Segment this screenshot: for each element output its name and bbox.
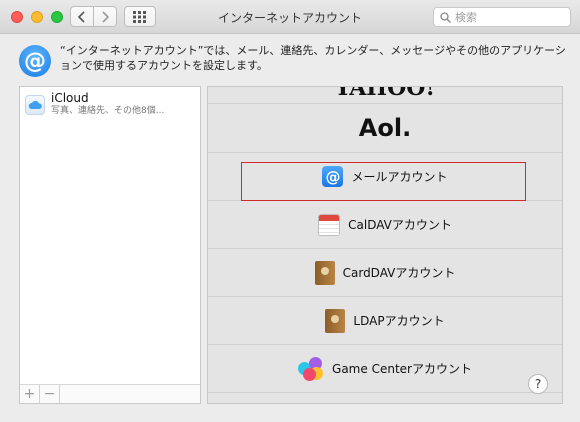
provider-caldav[interactable]: CalDAVアカウント	[208, 201, 562, 249]
provider-ldap[interactable]: LDAPアカウント	[208, 297, 562, 345]
search-field[interactable]	[433, 7, 571, 27]
account-name: iCloud	[51, 91, 89, 105]
provider-label: CardDAVアカウント	[342, 266, 456, 280]
calendar-icon	[318, 213, 341, 236]
provider-game-center[interactable]: Game Centerアカウント	[208, 345, 562, 393]
title-bar: インターネットアカウント	[0, 0, 580, 34]
account-subtitle: 写真、連絡先、その他8個...	[51, 106, 165, 116]
provider-list: YAHOO! Aol. @ メールアカウント CalDAVアカウント CardD…	[207, 86, 563, 404]
provider-label: Game Centerアカウント	[332, 362, 472, 376]
game-center-icon	[298, 356, 324, 381]
provider-label: LDAPアカウント	[353, 314, 445, 328]
contacts-icon	[314, 260, 335, 285]
provider-label: CalDAVアカウント	[348, 218, 452, 232]
search-icon	[440, 11, 451, 23]
aol-logo: Aol.	[358, 114, 412, 142]
contacts-icon	[325, 308, 346, 333]
description-text: “インターネットアカウント”では、メール、連絡先、カレンダー、メッセージやその他…	[60, 44, 566, 72]
remove-account-button[interactable]: −	[40, 385, 60, 403]
add-account-button[interactable]: +	[20, 385, 40, 403]
provider-yahoo[interactable]: YAHOO!	[208, 86, 562, 104]
provider-aol[interactable]: Aol.	[208, 104, 562, 153]
provider-carddav[interactable]: CardDAVアカウント	[208, 249, 562, 297]
account-item-icloud[interactable]: iCloud 写真、連絡先、その他8個...	[20, 87, 200, 121]
header: @ “インターネットアカウント”では、メール、連絡先、カレンダー、メッセージやそ…	[19, 43, 566, 77]
help-button[interactable]: ?	[528, 374, 548, 394]
selection-highlight	[241, 162, 526, 201]
provider-mail-account[interactable]: @ メールアカウント	[208, 153, 562, 201]
yahoo-logo: YAHOO!	[334, 86, 436, 101]
search-input[interactable]	[455, 10, 555, 24]
icloud-icon	[25, 95, 45, 115]
account-list: iCloud 写真、連絡先、その他8個... + −	[19, 86, 201, 404]
at-icon: @	[19, 45, 51, 77]
account-controls: + −	[20, 384, 200, 403]
